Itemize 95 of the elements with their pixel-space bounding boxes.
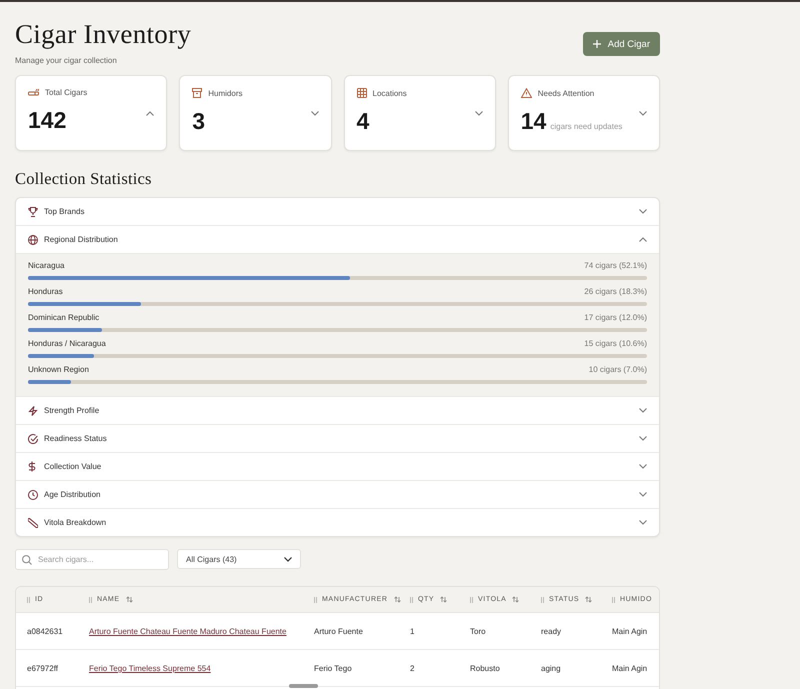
stat-value: 4 (356, 108, 370, 136)
cigar-icon (28, 518, 38, 528)
lightning-icon (28, 406, 38, 416)
page-subtitle: Manage your cigar collection (15, 56, 118, 66)
box-icon (192, 88, 202, 98)
region-reading: 10 cigars (7.0%) (588, 365, 647, 374)
clock-icon (28, 490, 38, 500)
table-cell: Ferio Tego (314, 664, 352, 673)
stat-card[interactable]: Humidors 3 (179, 75, 332, 152)
region-name: Unknown Region (28, 365, 89, 374)
drag-handle-icon[interactable] (89, 596, 92, 603)
region-name: Nicaragua (28, 261, 64, 270)
chevron-up-icon[interactable] (639, 237, 647, 242)
table-cell: ready (541, 626, 562, 636)
cigar-icon (28, 88, 39, 98)
sort-icon[interactable] (512, 596, 520, 604)
add-cigar-button[interactable]: Add Cigar (582, 32, 660, 56)
drag-handle-icon[interactable] (314, 596, 317, 603)
table-cell: a0842631 (27, 626, 63, 636)
cigar-name-link[interactable]: Arturo Fuente Chateau Fuente Maduro Chateau Fuente (89, 626, 286, 636)
table-cell: Main Agin (612, 626, 648, 636)
region-name: Honduras / Nicaragua (28, 339, 106, 348)
scrollbar-thumb[interactable] (289, 684, 318, 688)
chevron-down-icon[interactable] (639, 111, 647, 116)
grid-icon (356, 88, 366, 98)
accordion-header[interactable]: Collection Value (16, 453, 659, 480)
trophy-icon (28, 206, 38, 217)
accordion-header[interactable]: Vitola Breakdown (16, 509, 659, 536)
sort-icon[interactable] (440, 596, 448, 604)
chevron-down-icon[interactable] (639, 436, 647, 442)
stat-label: Total Cigars (45, 88, 88, 98)
accordion-label: Strength Profile (44, 406, 100, 416)
accordion-header[interactable]: Readiness Status (16, 425, 659, 452)
section-title: Collection Statistics (15, 169, 153, 190)
drag-handle-icon[interactable] (541, 596, 544, 603)
region-name: Honduras (28, 287, 63, 296)
chevron-down-icon (284, 556, 292, 562)
filter-dropdown[interactable]: All Cigars (43) (177, 549, 301, 570)
chevron-down-icon[interactable] (639, 520, 647, 526)
accordion-header[interactable]: Top Brands (16, 198, 659, 226)
chevron-down-icon[interactable] (474, 111, 483, 116)
page-title: Cigar Inventory (15, 18, 192, 50)
drag-handle-icon[interactable] (27, 596, 30, 603)
search-field[interactable]: Search cigars... (15, 549, 169, 570)
stat-label: Humidors (208, 88, 242, 98)
accordion-label: Readiness Status (44, 434, 107, 444)
table-cell: aging (541, 664, 561, 673)
region-reading: 74 cigars (52.1%) (584, 261, 647, 270)
drag-handle-icon[interactable] (410, 596, 413, 603)
table-cell: e67972ff (27, 664, 58, 673)
table-cell: Arturo Fuente (314, 626, 363, 636)
chevron-up-icon[interactable] (146, 111, 154, 116)
chevron-down-icon[interactable] (310, 111, 318, 116)
region-reading: 26 cigars (18.3%) (584, 287, 647, 296)
chevron-down-icon[interactable] (639, 408, 647, 414)
stat-caption: cigars need updates (550, 122, 622, 132)
stat-value: 14 (520, 108, 546, 136)
globe-icon (28, 234, 38, 245)
drag-handle-icon[interactable] (612, 596, 615, 603)
region-reading: 17 cigars (12.0%) (584, 313, 647, 322)
region-name: Dominican Republic (28, 313, 100, 322)
accordion-label: Age Distribution (44, 490, 100, 500)
warning-icon (520, 88, 532, 98)
table-cell: Toro (470, 626, 486, 636)
chevron-down-icon[interactable] (639, 464, 647, 470)
table-cell: Main Agin (612, 664, 648, 673)
cigar-name-link[interactable]: Ferio Tego Timeless Supreme 554 (89, 664, 211, 673)
stat-label: Needs Attention (538, 88, 594, 98)
chevron-down-icon[interactable] (639, 492, 647, 498)
table-cell: Robusto (470, 664, 500, 673)
search-icon (22, 554, 32, 565)
drag-handle-icon[interactable] (470, 596, 473, 603)
plus-icon (592, 40, 601, 48)
dollar-icon (28, 461, 36, 472)
check-circle-icon (28, 434, 38, 444)
sort-icon[interactable] (585, 596, 592, 604)
accordion-label: Collection Value (44, 462, 102, 472)
accordion-label: Regional Distribution (44, 235, 118, 244)
sort-icon[interactable] (126, 596, 133, 604)
accordion-label: Top Brands (44, 207, 84, 216)
stat-label: Locations (372, 88, 407, 98)
accordion-header[interactable]: Strength Profile (16, 397, 659, 424)
stat-card[interactable]: Needs Attention 14 cigars need updates (508, 75, 660, 152)
stat-card[interactable]: Locations 4 (344, 75, 496, 152)
accordion-header[interactable]: Age Distribution (16, 481, 659, 508)
table-cell: 1 (410, 626, 414, 636)
accordion-label: Vitola Breakdown (44, 518, 106, 528)
accordion-header[interactable]: Regional Distribution (16, 226, 659, 254)
stat-value: 142 (28, 107, 66, 134)
table-cell: 2 (410, 664, 414, 673)
stat-card[interactable]: Total Cigars 142 (15, 75, 168, 152)
stat-value: 3 (192, 108, 206, 136)
sort-icon[interactable] (394, 596, 401, 604)
region-reading: 15 cigars (10.6%) (584, 339, 647, 348)
chevron-down-icon[interactable] (639, 209, 647, 214)
